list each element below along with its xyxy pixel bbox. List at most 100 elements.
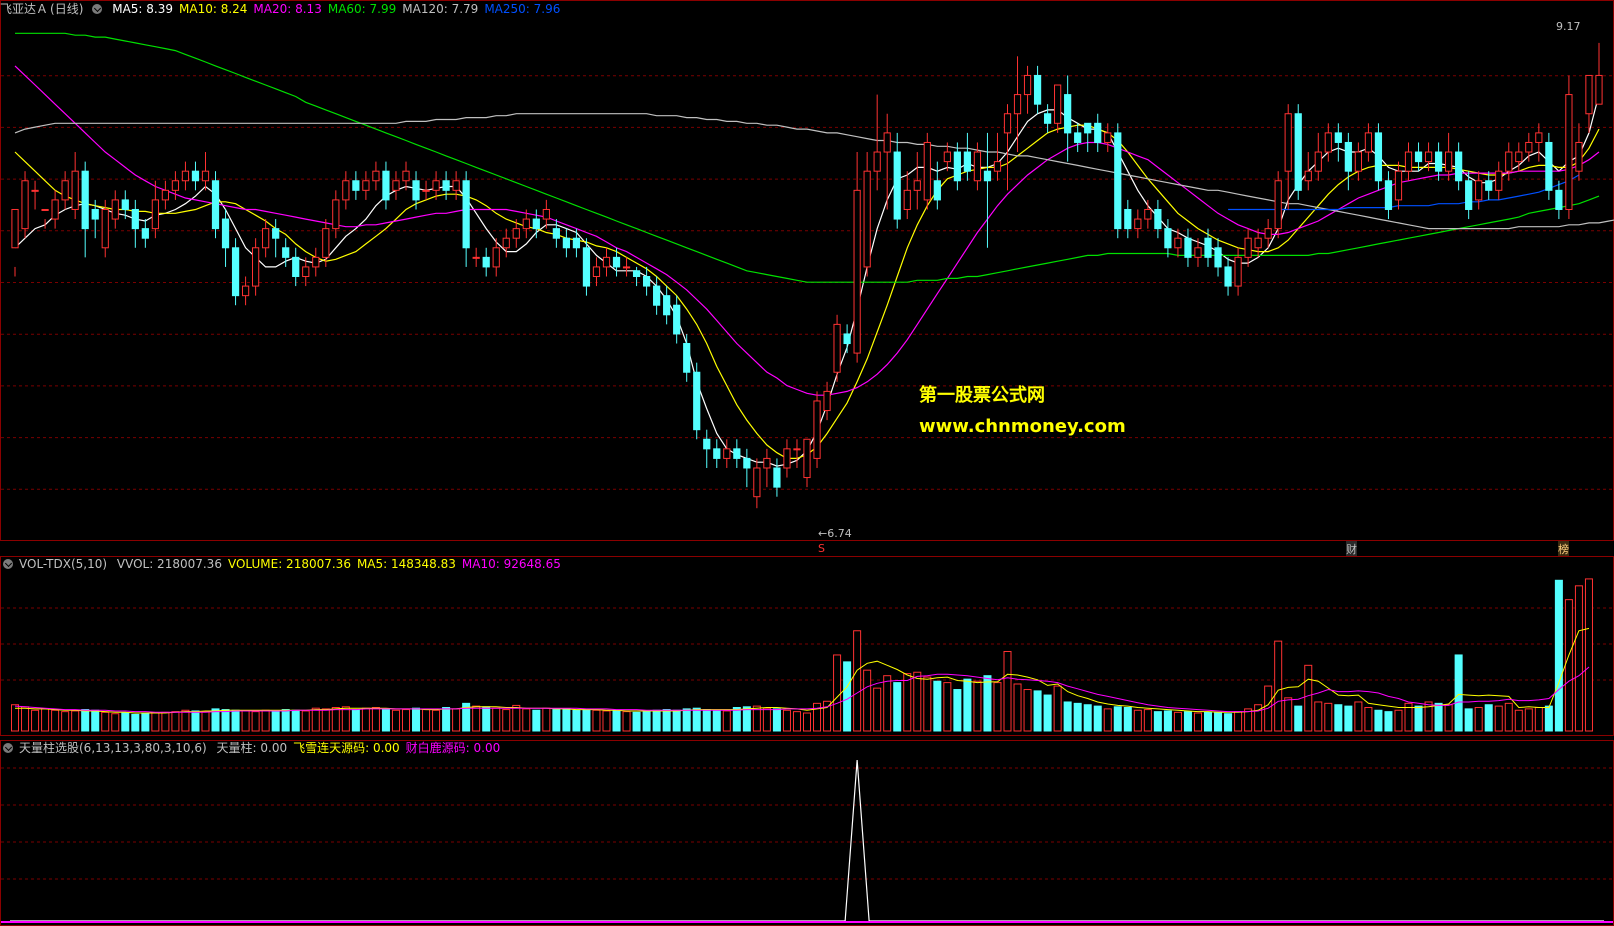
candle-body xyxy=(1585,74,1593,115)
volume-bar xyxy=(1043,694,1052,732)
volume-bar xyxy=(51,709,60,732)
candle xyxy=(422,180,430,200)
indicator-menu-icon[interactable] xyxy=(92,4,103,14)
signal-header: 天量柱选股(6,13,13,3,80,3,10,6) 天量柱: 0.00 飞雪连天… xyxy=(0,740,512,756)
volume-bar xyxy=(191,710,200,732)
candle xyxy=(1555,180,1563,220)
candle-body xyxy=(442,180,450,191)
candle-body xyxy=(292,256,300,277)
volume-bar xyxy=(1033,690,1042,732)
candle xyxy=(572,228,581,258)
candle-body xyxy=(241,285,250,297)
volume-bar xyxy=(843,661,852,732)
candle-body xyxy=(552,228,560,239)
volume-bar xyxy=(371,706,380,732)
candle xyxy=(211,171,220,239)
candle xyxy=(753,458,761,509)
candle-body xyxy=(1003,113,1012,134)
candle xyxy=(1314,132,1322,181)
candle-body xyxy=(1404,151,1413,172)
signal-panel[interactable]: 天量柱选股(6,13,13,3,80,3,10,6) 天量柱: 0.00 飞雪连天… xyxy=(0,740,1614,926)
event-bang-marker[interactable]: 榜 xyxy=(1558,541,1569,557)
candle xyxy=(1595,42,1603,105)
volume-bar xyxy=(1374,709,1383,732)
candle-body xyxy=(1043,113,1052,124)
volume-bar xyxy=(161,711,170,732)
volume-panel[interactable]: VOL-TDX(5,10) VVOL: 218007.36 VOLUME: 218… xyxy=(0,556,1614,736)
volume-bar xyxy=(1474,706,1483,732)
volume-header: VOL-TDX(5,10) VVOL: 218007.36 VOLUME: 218… xyxy=(0,556,573,572)
candle xyxy=(442,171,450,200)
candle xyxy=(1545,132,1553,200)
candle-body xyxy=(562,237,571,249)
volume-bar xyxy=(562,708,571,732)
ma-legend-item: MA60: 7.99 xyxy=(327,2,397,16)
candle-body xyxy=(1033,74,1042,105)
candle xyxy=(1304,152,1312,191)
candle-body xyxy=(412,180,420,201)
candle-body xyxy=(1364,132,1373,153)
volume-bar xyxy=(502,709,511,732)
volume-bar xyxy=(492,707,501,732)
volume-bar xyxy=(1183,711,1192,732)
candle xyxy=(1354,142,1362,181)
candle xyxy=(71,152,79,220)
volume-bar xyxy=(592,709,601,732)
volume-bar xyxy=(853,630,862,732)
candle-body xyxy=(181,170,190,182)
volume-bar xyxy=(442,706,451,732)
volume-bar xyxy=(391,709,400,732)
candle-body xyxy=(1214,247,1222,268)
candle-body xyxy=(492,247,500,268)
candle xyxy=(1134,209,1142,239)
volume-bar xyxy=(341,706,350,732)
candle-body xyxy=(31,189,39,192)
volume-bar xyxy=(602,710,611,732)
signal-chart[interactable] xyxy=(0,740,1614,926)
candle xyxy=(913,152,921,210)
candle xyxy=(1294,104,1302,200)
volume-bar xyxy=(923,676,932,732)
candle-body xyxy=(783,448,791,469)
event-s-marker[interactable]: S xyxy=(818,542,825,555)
volume-bar xyxy=(893,682,902,732)
volume-chart[interactable] xyxy=(0,556,1614,736)
volume-bar xyxy=(81,709,90,732)
volume-legend-item: VOLUME: 218007.36 xyxy=(227,557,351,571)
ma-legend-item: MA20: 8.13 xyxy=(253,2,322,16)
candle-body xyxy=(91,208,99,220)
candle-body xyxy=(51,199,59,220)
candle-body xyxy=(1515,151,1523,163)
candle-body xyxy=(1565,94,1573,210)
candle-body xyxy=(773,467,781,488)
candle-body xyxy=(693,371,701,431)
volume-bar xyxy=(1564,599,1573,732)
volume-bar xyxy=(1494,705,1503,732)
volume-bar xyxy=(522,708,531,732)
volume-bar xyxy=(953,689,962,732)
volume-bar xyxy=(1083,704,1092,732)
candle xyxy=(723,439,731,468)
price-panel[interactable]: 飞亚达Ａ (日线) MA5: 8.39 MA10: 8.24 MA20: 8.13 MA… xyxy=(0,0,1614,557)
candle xyxy=(31,180,39,210)
volume-bar xyxy=(863,669,872,732)
candle-body xyxy=(372,170,380,182)
volume-bar xyxy=(792,711,801,732)
candlestick-chart[interactable] xyxy=(0,0,1614,541)
signal-menu-icon[interactable] xyxy=(3,743,13,753)
volume-bar xyxy=(121,712,130,732)
candle xyxy=(963,132,972,181)
candle-body xyxy=(653,285,661,306)
event-cai-marker[interactable]: 财 xyxy=(1346,541,1357,557)
candle xyxy=(392,171,400,200)
volume-bar xyxy=(572,709,581,732)
candle xyxy=(1184,228,1192,267)
candle-body xyxy=(913,180,921,191)
candle-body xyxy=(1455,151,1463,182)
volume-menu-icon[interactable] xyxy=(3,559,13,569)
candle xyxy=(1284,104,1292,210)
volume-bar xyxy=(983,675,992,732)
candle-body xyxy=(1204,237,1212,258)
volume-bar xyxy=(1304,664,1313,732)
volume-bar xyxy=(712,709,721,732)
